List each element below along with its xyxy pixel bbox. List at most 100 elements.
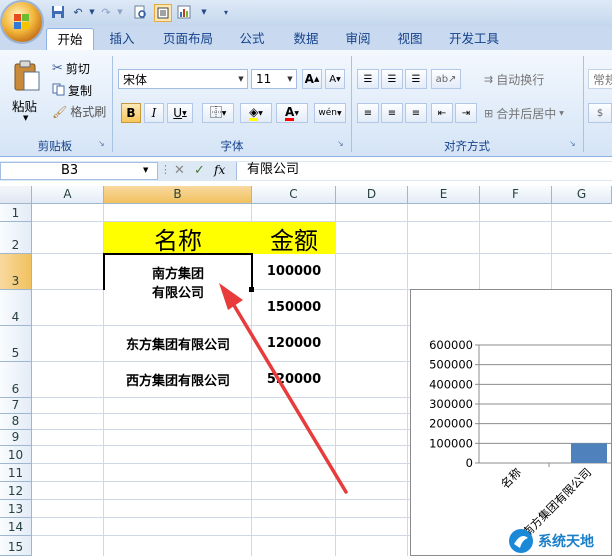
chevron-down-icon[interactable]: ▼: [559, 110, 564, 117]
cell-c2[interactable]: 金额: [252, 222, 336, 255]
paste-dropdown-icon[interactable]: ▼: [23, 114, 28, 122]
row-header-9[interactable]: 9: [0, 430, 32, 446]
align-left-icon: ≡: [363, 107, 373, 119]
align-right-button[interactable]: ≡: [405, 103, 427, 123]
format-painter-button[interactable]: 🖌 格式刷: [52, 103, 106, 120]
row-header-12[interactable]: 12: [0, 482, 32, 500]
tab-data[interactable]: 数据: [284, 28, 328, 50]
cell-b2[interactable]: 名称: [104, 222, 252, 255]
font-size-combo[interactable]: 11 ▼: [251, 69, 297, 89]
save-icon[interactable]: [50, 4, 66, 20]
tab-view[interactable]: 视图: [388, 28, 432, 50]
decrease-indent-icon: ⇤: [437, 107, 447, 119]
number-format-combo[interactable]: 常规: [588, 69, 612, 89]
row-header-11[interactable]: 11: [0, 464, 32, 482]
cut-button[interactable]: ✂ 剪切: [52, 60, 90, 77]
row-header-8[interactable]: 8: [0, 414, 32, 430]
column-header-f[interactable]: F: [480, 186, 552, 204]
column-header-c[interactable]: C: [252, 186, 336, 204]
copy-button[interactable]: 复制: [52, 82, 92, 99]
cell-c5[interactable]: 120000: [252, 326, 336, 361]
row-header-5[interactable]: 5: [0, 326, 32, 362]
customize-icon[interactable]: ▾: [218, 4, 234, 20]
row-header-7[interactable]: 7: [0, 398, 32, 414]
dialog-launcher-icon[interactable]: ↘: [337, 139, 344, 148]
formula-input[interactable]: 有限公司: [236, 162, 612, 180]
font-color-icon: A: [285, 104, 295, 121]
row-header-14[interactable]: 14: [0, 518, 32, 536]
tab-developer[interactable]: 开发工具: [442, 28, 506, 50]
row-header-2[interactable]: 2: [0, 222, 32, 254]
borders-button[interactable]: ▼: [202, 103, 234, 123]
embedded-chart[interactable]: 600000 500000 400000 300000 200000 100000 0 名称南…: [410, 289, 612, 556]
row-header-4[interactable]: 4: [0, 290, 32, 326]
cell-b5[interactable]: 东方集团有限公司: [104, 326, 252, 361]
font-color-button[interactable]: A ▼: [276, 103, 308, 123]
align-bottom-button[interactable]: ☰: [405, 69, 427, 89]
tab-page-layout[interactable]: 页面布局: [156, 28, 220, 50]
row-header-15[interactable]: 15: [0, 536, 32, 556]
print-preview-icon[interactable]: [132, 4, 148, 20]
format-icon[interactable]: [154, 4, 172, 22]
cancel-edit-icon[interactable]: ✕: [174, 163, 185, 178]
chevron-down-icon[interactable]: ▼: [284, 70, 296, 88]
grow-font-button[interactable]: A ▲: [302, 69, 322, 89]
chart-icon[interactable]: [176, 4, 192, 20]
chevron-down-icon[interactable]: ▼: [235, 70, 247, 88]
orientation-button[interactable]: ab↗: [431, 69, 461, 89]
row-header-6[interactable]: 6: [0, 362, 32, 398]
tab-insert[interactable]: 插入: [100, 28, 144, 50]
font-name-combo[interactable]: 宋体 ▼: [118, 69, 248, 89]
cell-b6[interactable]: 西方集团有限公司: [104, 362, 252, 397]
cell-c6[interactable]: 520000: [252, 362, 336, 397]
dialog-launcher-icon[interactable]: ↘: [569, 139, 576, 148]
confirm-edit-icon[interactable]: ✓: [194, 163, 205, 178]
column-header-e[interactable]: E: [408, 186, 480, 204]
column-header-a[interactable]: A: [32, 186, 104, 204]
name-box[interactable]: B3: [0, 162, 158, 180]
tab-review[interactable]: 审阅: [336, 28, 380, 50]
phonetic-button[interactable]: wén ▼: [314, 103, 346, 123]
column-header-d[interactable]: D: [336, 186, 408, 204]
align-top-button[interactable]: ☰: [357, 69, 379, 89]
active-cell-b3[interactable]: 南方集团 有限公司: [103, 253, 253, 301]
bold-button[interactable]: B: [121, 103, 141, 123]
merge-center-button[interactable]: ⊞ 合并后居中 ▼: [484, 105, 564, 122]
tab-home[interactable]: 开始: [46, 28, 94, 51]
copy-icon: [52, 83, 65, 99]
align-left-button[interactable]: ≡: [357, 103, 379, 123]
select-all-corner[interactable]: [0, 186, 32, 204]
accounting-format-button[interactable]: $: [588, 103, 612, 123]
row-header-10[interactable]: 10: [0, 446, 32, 464]
cell-c4[interactable]: 150000: [252, 290, 336, 325]
chart-y-tick-label: 300000: [429, 397, 473, 411]
copy-label: 复制: [68, 84, 93, 98]
formula-bar-handle-icon[interactable]: ⋮: [160, 163, 171, 176]
align-middle-button[interactable]: ☰: [381, 69, 403, 89]
dialog-launcher-icon[interactable]: ↘: [98, 139, 105, 148]
align-top-icon: ☰: [363, 73, 373, 85]
shrink-font-button[interactable]: A ▼: [325, 69, 345, 89]
italic-button[interactable]: I: [144, 103, 164, 123]
row-header-3[interactable]: 3: [0, 254, 32, 290]
row-header-13[interactable]: 13: [0, 500, 32, 518]
chart-y-tick-label: 0: [466, 456, 473, 470]
redo-dropdown-icon[interactable]: ▼: [112, 4, 128, 20]
align-center-button[interactable]: ≡: [381, 103, 403, 123]
decrease-indent-button[interactable]: ⇤: [431, 103, 453, 123]
fill-color-button[interactable]: ◈ ▼: [240, 103, 272, 123]
row-header-1[interactable]: 1: [0, 204, 32, 222]
underline-button[interactable]: U ▼: [167, 103, 193, 123]
paste-button[interactable]: 粘贴 ▼: [6, 58, 46, 122]
insert-function-icon[interactable]: fx: [214, 163, 225, 177]
increase-indent-button[interactable]: ⇥: [455, 103, 477, 123]
name-box-dropdown-icon[interactable]: ▼: [143, 166, 148, 174]
column-header-b[interactable]: B: [104, 186, 252, 204]
number-format-value: 常规: [593, 72, 612, 87]
wrap-text-button[interactable]: ⇉ 自动换行: [484, 71, 544, 88]
qat-dropdown-icon[interactable]: ▼: [196, 4, 212, 20]
office-button[interactable]: [2, 2, 42, 42]
tab-formulas[interactable]: 公式: [230, 28, 274, 50]
cell-c3[interactable]: 100000: [252, 254, 336, 289]
column-header-g[interactable]: G: [552, 186, 612, 204]
